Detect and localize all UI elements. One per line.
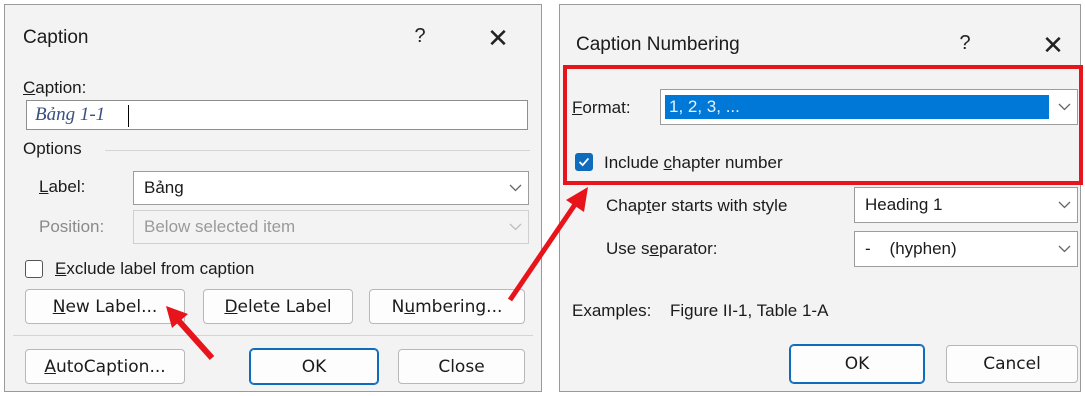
arrow-icon <box>507 187 588 302</box>
annotation-arrows <box>166 187 588 361</box>
arrow-icon <box>166 306 215 361</box>
